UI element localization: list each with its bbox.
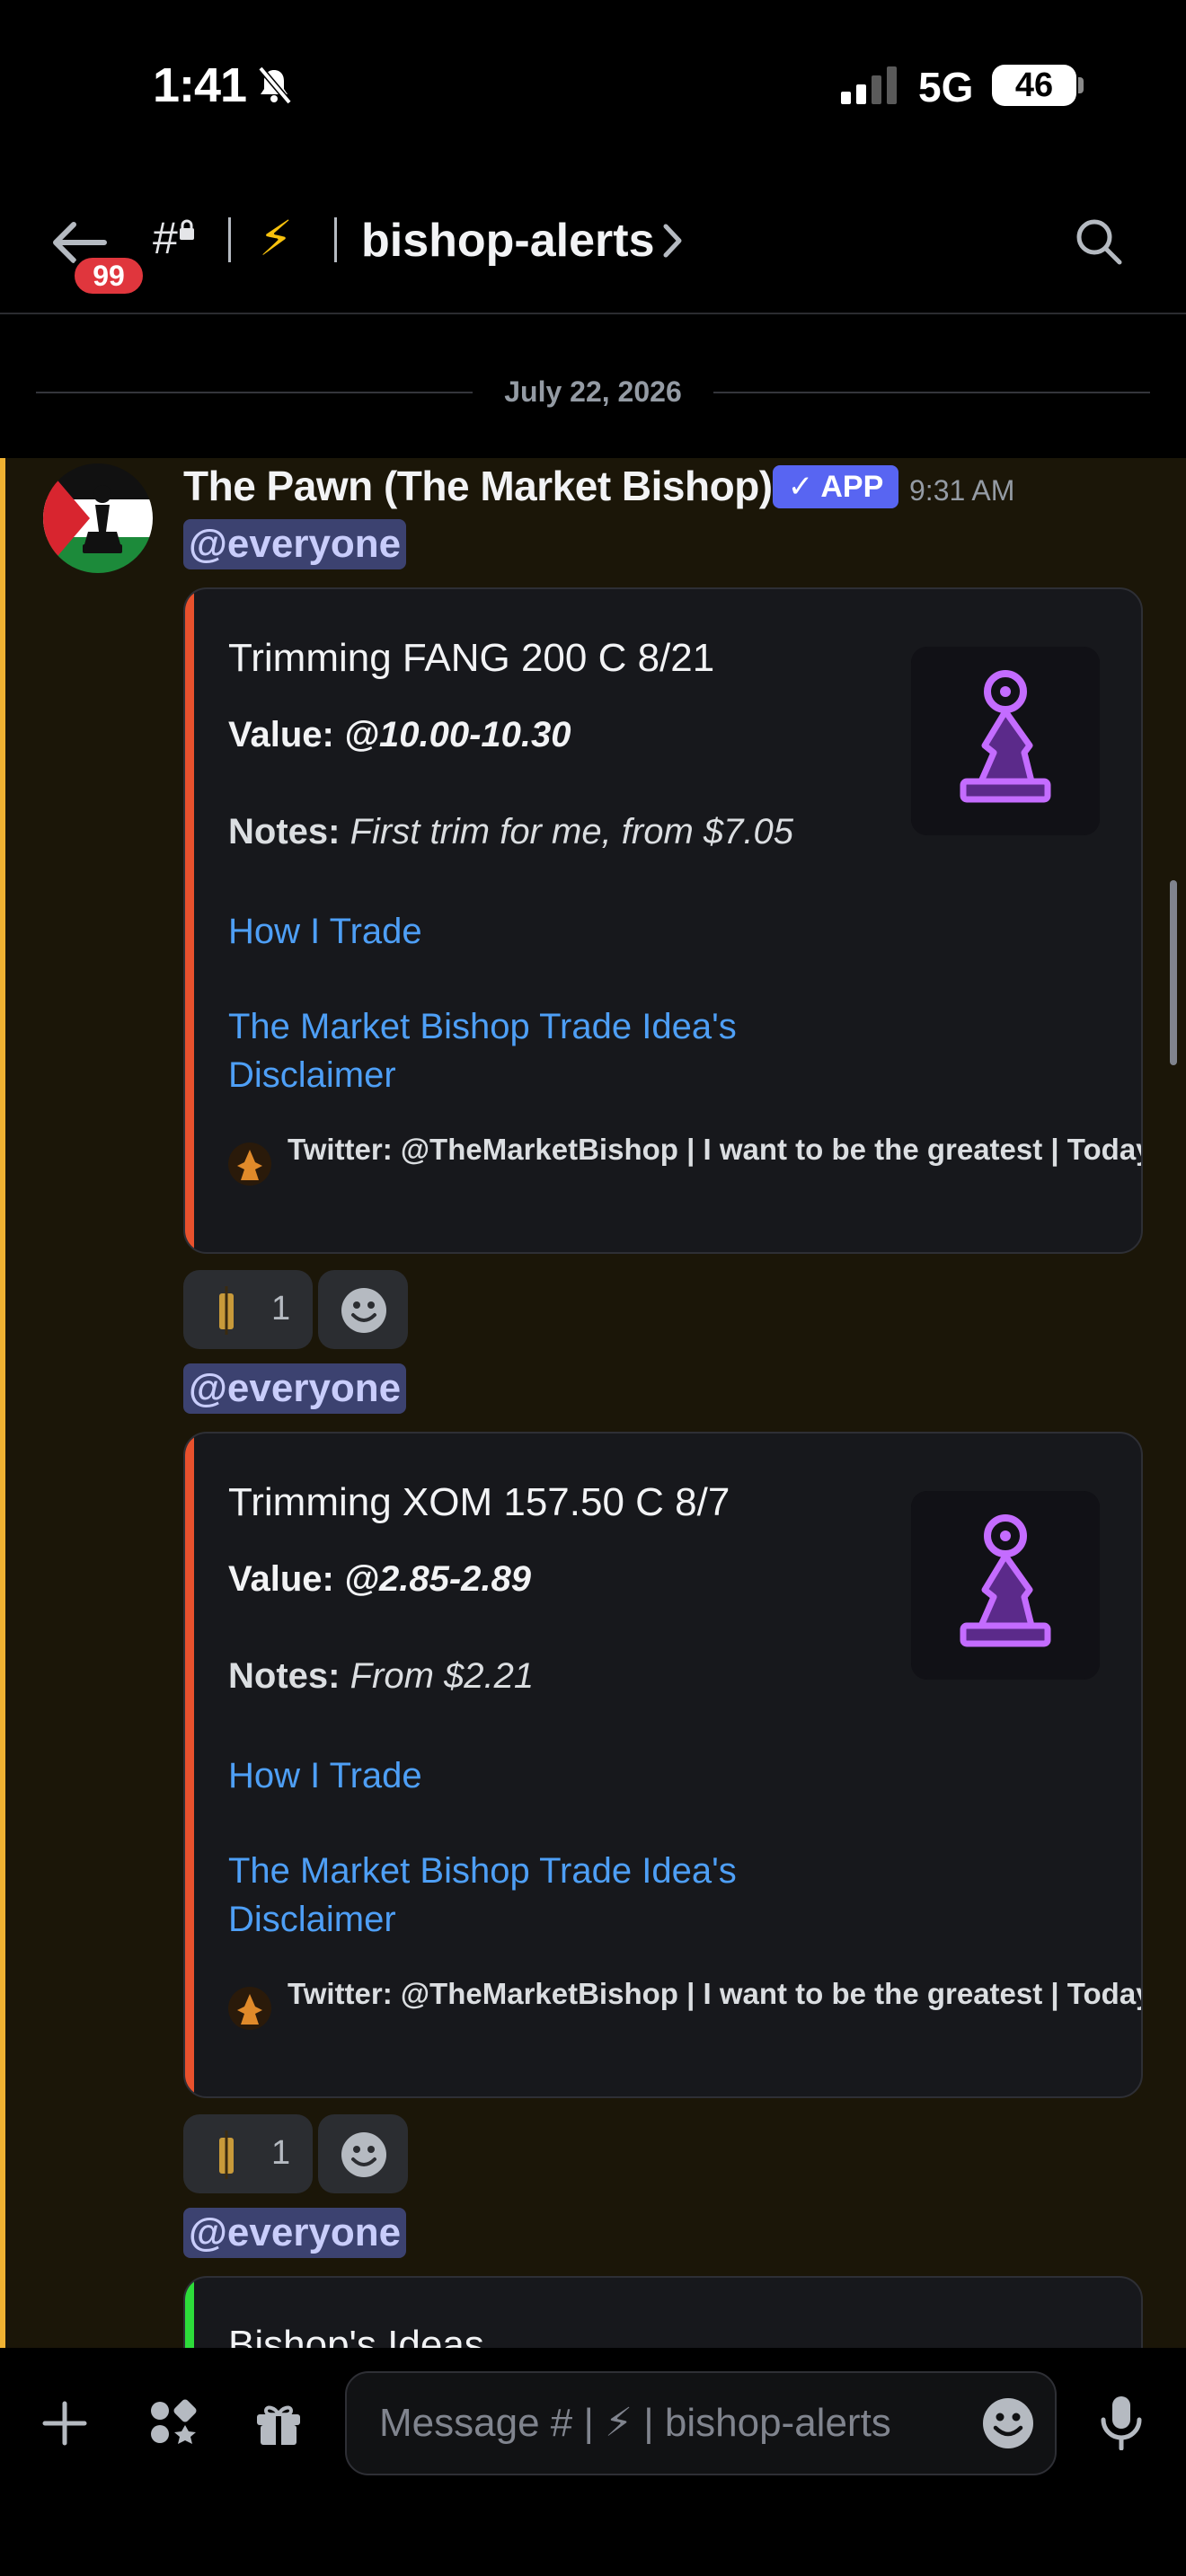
message-composer: Message # | ⚡ | bishop-alerts [0,2348,1186,2576]
message-list[interactable]: The Pawn (The Market Bishop) ✓ APP 9:31 … [0,458,1186,2348]
bishop-footer-icon [228,1987,271,2030]
bishop-logo-thumbnail[interactable] [911,647,1100,835]
message-input[interactable]: Message # | ⚡ | bishop-alerts [345,2371,1057,2475]
everyone-mention[interactable]: @everyone [183,2208,407,2258]
how-i-trade-link[interactable]: How I Trade [228,1751,422,1800]
app-tag: ✓ APP [773,465,898,508]
message-input-placeholder: Message # | ⚡ | bishop-alerts [379,2401,891,2445]
microphone-icon[interactable] [1096,2395,1146,2450]
header-separator [228,217,231,262]
disclaimer-link[interactable]: The Market Bishop Trade Idea's Disclaime… [228,1847,785,1944]
status-bar: 1:41 5G 46 [0,0,1186,171]
header-separator [334,217,337,262]
emoji-icon [341,2132,386,2177]
alert-embed: Trimming FANG 200 C 8/21 Value: @10.00-1… [183,587,1143,1254]
everyone-mention[interactable]: @everyone [183,519,407,569]
divider-line [713,392,1150,393]
lock-icon [180,219,194,240]
embed-title: Trimming XOM 157.50 C 8/7 [228,1480,730,1524]
channel-hash-icon: # [153,213,178,263]
author-name[interactable]: The Pawn (The Market Bishop) [183,462,773,510]
add-reaction-button[interactable] [318,2114,408,2193]
embed-title: Bishop's Ideas [228,2323,484,2348]
embed-value: Value: @10.00-10.30 [228,715,571,754]
channel-emoji: ⚡ [259,212,293,266]
embed-color-stripe [185,1434,194,2096]
bishop-logo-thumbnail[interactable] [911,1491,1100,1680]
date-divider: July 22, 2026 [0,316,1186,456]
network-label: 5G [918,64,974,110]
date-text: July 22, 2026 [504,375,682,408]
everyone-mention[interactable]: @everyone [183,1363,407,1414]
embed-footer: Twitter: @TheMarketBishop | I want to be… [288,1977,1141,2010]
bell-off-icon [258,66,292,105]
channel-header: 99 # ⚡ bishop-alerts [0,189,1186,314]
embed-title: Trimming FANG 200 C 8/21 [228,636,715,680]
reaction-count: 1 [271,1290,291,1328]
message-timestamp: 9:31 AM [909,474,1015,507]
candle-icon [219,2130,234,2179]
embed-value: Value: @2.85-2.89 [228,1559,531,1599]
mention-highlight-bar [0,458,5,2348]
reaction-chip[interactable]: 1 [183,2114,313,2193]
add-reaction-button[interactable] [318,1270,408,1349]
embed-notes: Notes: First trim for me, from $7.05 [228,812,793,851]
how-i-trade-link[interactable]: How I Trade [228,907,422,956]
plus-icon[interactable] [40,2398,90,2448]
battery-nub [1078,77,1084,93]
embed-notes: Notes: From $2.21 [228,1656,535,1696]
unread-badge: 99 [70,253,147,298]
emoji-icon [341,1288,386,1333]
divider-line [36,392,473,393]
embed-color-stripe [185,2278,194,2348]
chevron-right-icon[interactable] [661,221,685,260]
reaction-count: 1 [271,2134,291,2172]
disclaimer-link[interactable]: The Market Bishop Trade Idea's Disclaime… [228,1002,785,1099]
search-icon[interactable] [1075,217,1123,266]
emoji-icon[interactable] [981,2396,1035,2450]
embed-color-stripe [185,589,194,1252]
gift-icon[interactable] [253,2398,304,2448]
alert-embed: Trimming XOM 157.50 C 8/7 Value: @2.85-2… [183,1432,1143,2098]
alert-embed: Bishop's Ideas [183,2276,1143,2348]
reaction-chip[interactable]: 1 [183,1270,313,1349]
scrollbar[interactable] [1170,880,1177,1065]
bishop-footer-icon [228,1142,271,1186]
battery-indicator: 46 [992,65,1076,106]
candle-icon [219,1286,234,1335]
cellular-signal-icon [841,66,897,104]
embed-footer: Twitter: @TheMarketBishop | I want to be… [288,1133,1141,1166]
author-avatar[interactable] [43,463,153,573]
status-time: 1:41 [153,58,247,112]
channel-name[interactable]: bishop-alerts [361,214,655,268]
apps-icon[interactable] [146,2398,199,2448]
